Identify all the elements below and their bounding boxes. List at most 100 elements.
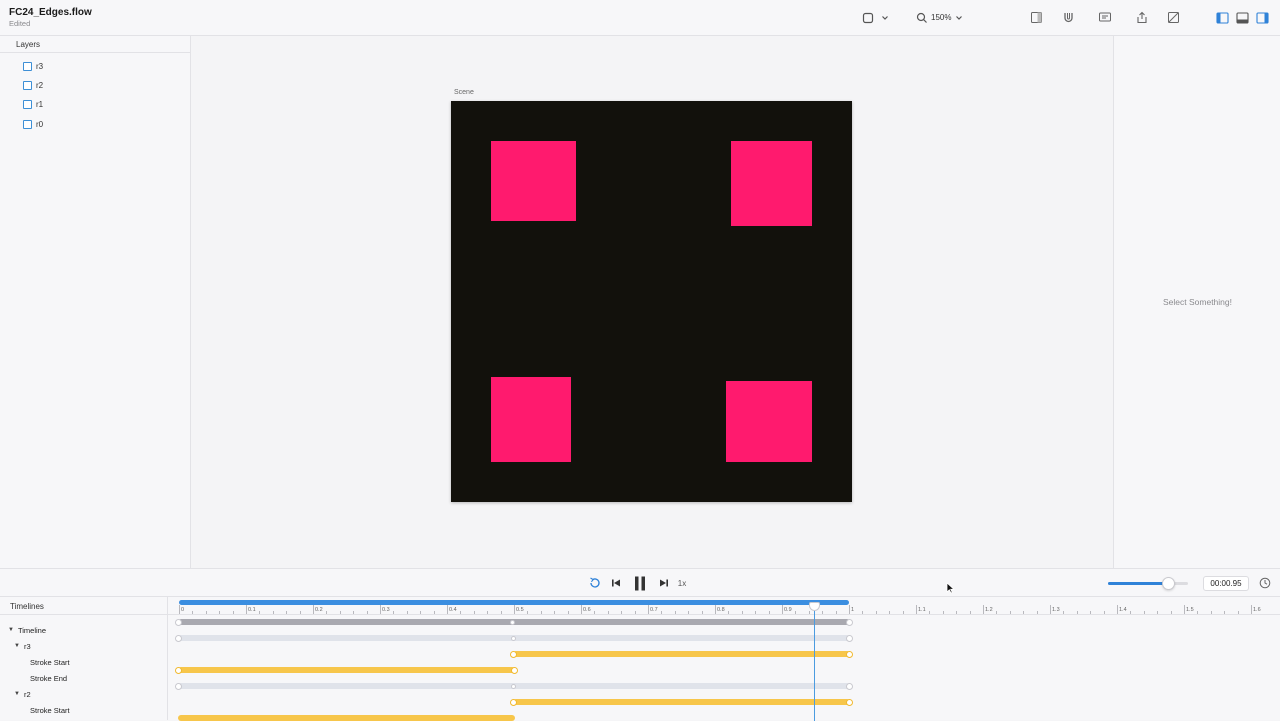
ruler-minor-tick — [1237, 611, 1239, 614]
time-display[interactable]: 00:00.95 — [1203, 576, 1249, 591]
ruler-minor-tick — [1103, 611, 1105, 614]
keyframe[interactable] — [846, 650, 853, 658]
skip-forward-icon — [660, 579, 668, 587]
sidebar-right-icon — [1256, 11, 1269, 24]
ruler-minor-tick — [353, 611, 355, 614]
stroke-end-segment[interactable] — [178, 667, 515, 673]
toggle-bottom-panel-button[interactable] — [1236, 10, 1249, 25]
ruler-minor-tick — [433, 611, 435, 614]
timeline-row-timeline[interactable]: ▼ Timeline — [8, 625, 46, 635]
ruler-minor-tick — [1023, 611, 1025, 614]
timeline-row-r2[interactable]: ▼ r2 — [14, 689, 31, 699]
playhead[interactable] — [814, 605, 815, 721]
keyframe[interactable] — [175, 618, 182, 626]
layer-label: r3 — [36, 61, 44, 71]
ruler-major-tick — [313, 605, 314, 614]
inspector-empty-message: Select Something! — [1163, 297, 1232, 307]
ruler-major-tick — [849, 605, 850, 614]
ruler-major-tick — [246, 605, 247, 614]
scene[interactable] — [451, 101, 852, 502]
ruler-label: 0.6 — [583, 607, 591, 613]
disclosure-triangle-icon[interactable]: ▼ — [8, 627, 14, 633]
ruler-minor-tick — [205, 611, 207, 614]
stroke-end-segment[interactable] — [178, 715, 515, 721]
pause-icon — [635, 576, 645, 590]
timeline-row-stroke-end[interactable]: Stroke End — [30, 673, 67, 683]
align-button[interactable] — [1030, 10, 1043, 25]
keyframe[interactable] — [511, 683, 516, 689]
loop-button[interactable] — [588, 576, 602, 590]
ruler-label: 1.1 — [918, 607, 926, 613]
row-label: r3 — [23, 641, 31, 651]
ruler-minor-tick — [406, 611, 408, 614]
toggle-right-panel-button[interactable] — [1256, 10, 1269, 25]
ruler-minor-tick — [929, 611, 931, 614]
keyframe[interactable] — [846, 682, 853, 690]
layer-item-r2[interactable]: r2 — [23, 79, 43, 91]
volume-knob[interactable] — [1162, 577, 1175, 590]
comment-button[interactable] — [1098, 10, 1112, 25]
volume-slider[interactable] — [1108, 577, 1188, 590]
comment-icon — [1099, 12, 1111, 22]
shape-r2[interactable] — [731, 141, 812, 226]
ruler-minor-tick — [540, 611, 542, 614]
keyframe[interactable] — [846, 634, 853, 642]
stroke-start-segment[interactable] — [513, 651, 850, 657]
keyframe[interactable] — [175, 682, 182, 690]
keyframe[interactable] — [510, 650, 517, 658]
ruler-major-tick — [1117, 605, 1118, 614]
keyframe[interactable] — [511, 666, 518, 674]
ruler-major-tick — [1184, 605, 1185, 614]
timeline-row-stroke-start[interactable]: Stroke Start — [30, 705, 70, 715]
shape-r0[interactable] — [726, 381, 812, 462]
disclosure-triangle-icon[interactable]: ▼ — [14, 691, 20, 697]
ruler-major-tick — [380, 605, 381, 614]
ruler-minor-tick — [1170, 611, 1172, 614]
ruler-minor-tick — [755, 611, 757, 614]
keyframe[interactable] — [510, 619, 515, 625]
layer-item-r1[interactable]: r1 — [23, 98, 43, 110]
shape-r3[interactable] — [491, 141, 576, 221]
share-button[interactable] — [1136, 10, 1148, 25]
magnifier-icon — [916, 12, 927, 23]
snap-button[interactable] — [1062, 10, 1075, 25]
ruler-minor-tick — [969, 611, 971, 614]
document-status: Edited — [9, 19, 31, 28]
time-ruler[interactable]: 0 0.1 0.2 0.3 0.4 0.5 0.6 0.7 0.8 0.9 1 1.1 1.2 1.3 1.… — [168, 597, 1280, 615]
playback-speed[interactable]: 1x — [675, 576, 689, 590]
ruler-minor-tick — [1130, 611, 1132, 614]
timeline-row-stroke-start[interactable]: Stroke Start — [30, 657, 70, 667]
skip-to-end-button[interactable] — [657, 576, 671, 590]
volume-fill — [1108, 582, 1168, 585]
keyframe[interactable] — [175, 666, 182, 674]
magnet-icon — [1064, 13, 1073, 23]
layer-item-r3[interactable]: r3 — [23, 60, 43, 72]
ruler-minor-tick — [835, 611, 837, 614]
keyframe[interactable] — [846, 698, 853, 706]
ruler-minor-tick — [1143, 611, 1145, 614]
timeline-tracks[interactable]: 0 0.1 0.2 0.3 0.4 0.5 0.6 0.7 0.8 0.9 1 1.1 1.2 1.3 1.… — [168, 596, 1280, 721]
row-label: Stroke Start — [30, 705, 70, 715]
ruler-major-tick — [916, 605, 917, 614]
canvas-area[interactable]: Scene — [191, 36, 1113, 568]
zoom-dropdown[interactable]: 150% — [916, 10, 964, 25]
keyframe[interactable] — [175, 634, 182, 642]
ruler-label: 0 — [181, 607, 185, 613]
stroke-start-segment[interactable] — [513, 699, 850, 705]
ruler-minor-tick — [500, 611, 502, 614]
keyframe[interactable] — [846, 618, 853, 626]
skip-to-start-button[interactable] — [609, 576, 623, 590]
shape-tool-dropdown[interactable] — [862, 10, 890, 25]
ruler-minor-tick — [366, 611, 368, 614]
keyframe[interactable] — [511, 635, 516, 641]
keyframe[interactable] — [510, 698, 517, 706]
layer-item-r0[interactable]: r0 — [23, 118, 43, 130]
document-title: FC24_Edges.flow — [9, 7, 92, 18]
clock-button[interactable] — [1258, 576, 1272, 590]
pause-button[interactable] — [632, 574, 648, 592]
disclosure-triangle-icon[interactable]: ▼ — [14, 643, 20, 649]
timeline-row-r3[interactable]: ▼ r3 — [14, 641, 31, 651]
toggle-left-panel-button[interactable] — [1216, 10, 1229, 25]
shape-r1[interactable] — [491, 377, 571, 462]
preview-button[interactable] — [1167, 10, 1180, 25]
